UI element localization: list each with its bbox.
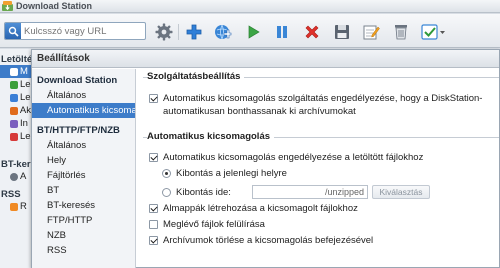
search-input[interactable] bbox=[21, 24, 141, 38]
extract-dest-radio[interactable] bbox=[162, 187, 171, 197]
gear-icon[interactable] bbox=[153, 21, 175, 43]
nav-item-nzb[interactable]: NZB bbox=[32, 228, 135, 243]
clear-icon[interactable] bbox=[390, 21, 412, 43]
overwrite-row: Meglévő fájlok felülírása bbox=[149, 218, 499, 234]
pause-icon[interactable] bbox=[271, 21, 293, 43]
overwrite-checkbox[interactable] bbox=[149, 220, 158, 229]
service-enable-row: Automatikus kicsomagolás szolgáltatás en… bbox=[149, 92, 499, 118]
left-panel-item[interactable]: Ak bbox=[0, 104, 31, 117]
left-panel-item[interactable]: Le bbox=[0, 130, 31, 143]
stopped-icon bbox=[10, 132, 18, 141]
nav-item-general[interactable]: Általános bbox=[32, 88, 135, 103]
delete-icon[interactable] bbox=[301, 21, 323, 43]
left-panel-item-label: Le bbox=[20, 92, 31, 103]
app-title: Download Station bbox=[16, 1, 92, 11]
service-enable-checkbox[interactable] bbox=[149, 94, 158, 103]
nav-item-auto-extract[interactable]: Automatikus kicsomagolás bbox=[32, 103, 135, 118]
add-url-icon[interactable] bbox=[212, 21, 234, 43]
create-subfolder-label: Almappák létrehozása a kicsomagolt fájlo… bbox=[163, 203, 358, 214]
service-settings-legend: Szolgáltatásbeállítás bbox=[147, 71, 245, 82]
left-panel: Letölté M Le Le Ak In Le BT-kere A bbox=[0, 49, 32, 268]
service-enable-label: Automatikus kicsomagolás szolgáltatás en… bbox=[163, 93, 483, 117]
download-icon bbox=[10, 80, 18, 89]
left-panel-item[interactable]: Le bbox=[0, 78, 31, 91]
edit-icon[interactable] bbox=[360, 21, 382, 43]
search-box bbox=[4, 22, 146, 40]
settings-nav: Download Station Általános Automatikus k… bbox=[32, 69, 136, 268]
auto-extract-enable-row: Automatikus kicsomagolás engedélyezése a… bbox=[149, 151, 499, 167]
save-icon[interactable] bbox=[331, 21, 353, 43]
left-panel-item-label: Le bbox=[20, 131, 31, 142]
extract-dest-field[interactable]: /unzipped bbox=[252, 185, 368, 199]
nav-group-bt-http-ftp-nzb: BT/HTTP/FTP/NZB bbox=[37, 125, 120, 136]
left-panel-item[interactable]: M bbox=[0, 65, 31, 78]
select-icon[interactable] bbox=[420, 21, 448, 43]
nav-item-file-deletion[interactable]: Fájltörlés bbox=[32, 168, 135, 183]
delete-archives-row: Archívumok törlése a kicsomagolás befeje… bbox=[149, 234, 499, 250]
auto-extract-section: Automatikus kicsomagolás Automatikus kic… bbox=[143, 131, 499, 250]
extract-dest-label: Kibontás ide: bbox=[176, 186, 231, 198]
left-panel-item-label: In bbox=[20, 118, 28, 129]
add-icon[interactable] bbox=[183, 21, 205, 43]
download-station-window: Download Station Kulcsszó vagy URL Letöl… bbox=[0, 0, 500, 268]
nav-item-bt-search[interactable]: BT-keresés bbox=[32, 198, 135, 213]
nav-item-ftp-http[interactable]: FTP/HTTP bbox=[32, 213, 135, 228]
toolbar bbox=[0, 14, 500, 48]
delete-archives-label: Archívumok törlése a kicsomagolás befeje… bbox=[163, 235, 374, 246]
auto-extract-enable-label: Automatikus kicsomagolás engedélyezése a… bbox=[163, 152, 424, 163]
left-panel-item[interactable]: In bbox=[0, 117, 31, 130]
browse-button[interactable]: Kiválasztás bbox=[372, 185, 430, 199]
rss-icon bbox=[10, 202, 18, 211]
dialog-title: Beállítások bbox=[37, 53, 90, 64]
left-panel-item[interactable]: Le bbox=[0, 91, 31, 104]
create-subfolder-checkbox[interactable] bbox=[149, 204, 158, 213]
auto-extract-legend: Automatikus kicsomagolás bbox=[147, 131, 275, 142]
active-icon bbox=[10, 106, 18, 115]
title-bar: Download Station bbox=[0, 0, 500, 13]
nav-group-download-station: Download Station bbox=[37, 75, 118, 86]
left-panel-item[interactable]: R bbox=[0, 200, 31, 213]
inactive-icon bbox=[10, 119, 18, 128]
play-icon[interactable] bbox=[242, 21, 264, 43]
left-panel-item-label: Le bbox=[20, 79, 31, 90]
nav-item-bt-general[interactable]: Általános bbox=[32, 138, 135, 153]
dialog-header: Beállítások bbox=[32, 50, 499, 68]
left-panel-item-label: R bbox=[20, 201, 27, 212]
nav-item-location[interactable]: Hely bbox=[32, 153, 135, 168]
rss-heading: RSS bbox=[1, 189, 21, 200]
auto-extract-enable-checkbox[interactable] bbox=[149, 153, 158, 162]
nav-item-rss[interactable]: RSS bbox=[32, 243, 135, 258]
settings-dialog: Beállítások Download Station Általános A… bbox=[31, 49, 500, 268]
list-icon bbox=[10, 67, 18, 76]
search-icon[interactable] bbox=[5, 23, 21, 39]
bt-search-heading: BT-kere bbox=[1, 159, 31, 170]
service-settings-section: Szolgáltatásbeállítás Automatikus kicsom… bbox=[143, 71, 499, 131]
left-panel-heading: Letölté bbox=[1, 54, 32, 65]
toolbar-separator bbox=[178, 24, 179, 40]
create-subfolder-row: Almappák létrehozása a kicsomagolt fájlo… bbox=[149, 202, 499, 218]
left-panel-item-label: A bbox=[20, 171, 27, 182]
delete-archives-checkbox[interactable] bbox=[149, 236, 158, 245]
left-panel-item-label: M bbox=[20, 66, 28, 77]
extract-dest-row: Kibontás ide: /unzipped Kiválasztás bbox=[149, 183, 499, 201]
upload-icon bbox=[10, 93, 18, 102]
left-panel-item[interactable]: A bbox=[0, 170, 31, 183]
extract-current-radio[interactable] bbox=[162, 169, 171, 178]
extract-current-label: Kibontás a jelenlegi helyre bbox=[176, 168, 287, 179]
search-icon bbox=[10, 172, 18, 181]
left-panel-item-label: Ak bbox=[19, 105, 31, 116]
settings-content: Szolgáltatásbeállítás Automatikus kicsom… bbox=[137, 69, 499, 268]
download-station-logo-icon bbox=[2, 1, 13, 11]
overwrite-label: Meglévő fájlok felülírása bbox=[163, 219, 265, 230]
extract-current-row: Kibontás a jelenlegi helyre bbox=[149, 167, 499, 183]
nav-item-bt[interactable]: BT bbox=[32, 183, 135, 198]
